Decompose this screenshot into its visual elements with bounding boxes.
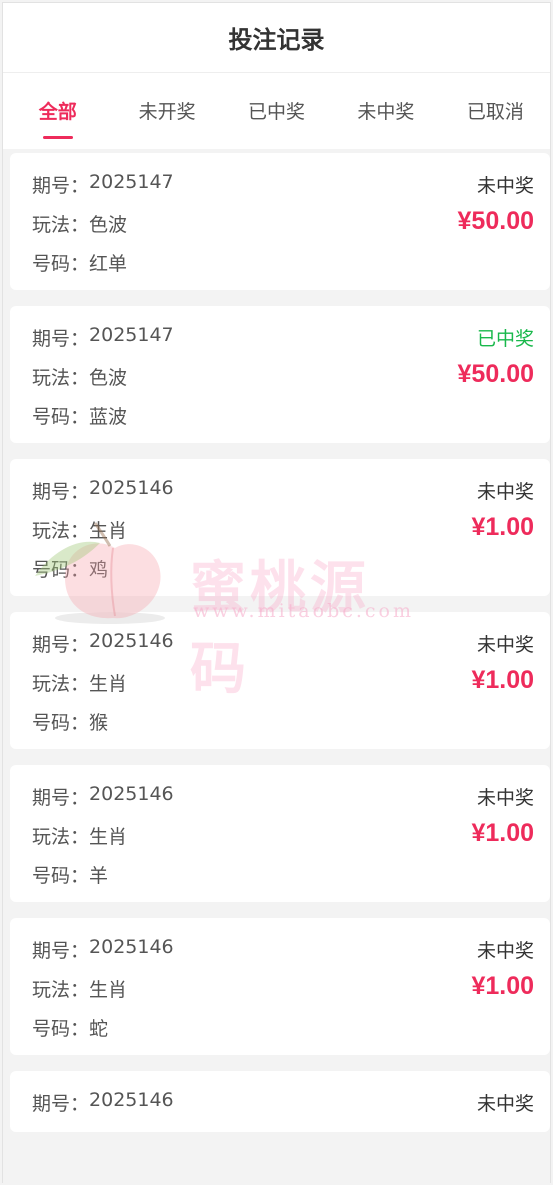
bet-record-card[interactable]: 期号： 2025146 玩法： 生肖 号码： 蛇 未中奖 ¥1.00 [10,918,550,1055]
issue-value: 2025147 [89,171,174,193]
number-label: 号码： [32,712,90,734]
number-value: 蛇 [89,1018,109,1040]
tab-label: 已取消 [466,100,524,123]
bet-record-card[interactable]: 期号： 2025147 玩法： 色波 号码： 红单 未中奖 ¥50.00 [10,153,550,290]
number-row: 号码： 猴 [32,708,534,747]
issue-label: 期号： [32,940,90,962]
issue-value: 2025146 [89,630,174,652]
status-badge: 未中奖 [476,787,534,809]
issue-row: 期号： 2025146 [32,783,534,822]
number-row: 号码： 羊 [32,861,534,900]
play-label: 玩法： [32,520,90,542]
tab-pending[interactable]: 未开奖 [112,73,221,149]
active-tab-indicator [42,136,73,139]
issue-row: 期号： 2025146 [32,630,534,669]
issue-row: 期号： 2025146 [32,477,534,516]
bet-amount: ¥1.00 [471,972,534,1000]
number-label: 号码： [32,1018,90,1040]
issue-row: 期号： 2025146 [32,936,534,975]
play-label: 玩法： [32,826,90,848]
number-value: 猴 [89,712,109,734]
status-badge: 未中奖 [476,175,534,197]
page-header: 投注记录 [3,3,550,73]
issue-value: 2025146 [89,1089,174,1111]
play-value: 生肖 [89,826,128,848]
bet-record-card[interactable]: 期号： 2025146 玩法： 生肖 号码： 羊 未中奖 ¥1.00 [10,765,550,902]
status-badge: 已中奖 [476,328,534,350]
issue-label: 期号： [32,787,90,809]
bet-amount: ¥1.00 [471,666,534,694]
play-label: 玩法： [32,214,90,236]
issue-label: 期号： [32,1093,90,1115]
status-badge: 未中奖 [476,481,534,503]
play-value: 生肖 [89,520,128,542]
issue-value: 2025146 [89,936,174,958]
number-value: 羊 [89,865,109,887]
tab-won[interactable]: 已中奖 [222,73,331,149]
play-value: 色波 [89,214,128,236]
issue-row: 期号： 2025146 [32,1089,534,1128]
play-value: 色波 [89,367,128,389]
issue-row: 期号： 2025147 [32,324,534,363]
issue-label: 期号： [32,481,90,503]
play-value: 生肖 [89,673,128,695]
tab-label: 未开奖 [138,100,196,123]
bet-record-card[interactable]: 期号： 2025146 玩法： 生肖 号码： 猴 未中奖 ¥1.00 [10,612,550,749]
bet-amount: ¥50.00 [457,207,534,235]
play-value: 生肖 [89,979,128,1001]
issue-label: 期号： [32,175,90,197]
tab-label: 已中奖 [248,100,306,123]
app-frame: 投注记录 全部 未开奖 已中奖 未中奖 已取消 期号： 2025147 玩法： [2,2,551,1183]
play-row: 玩法： 生肖 [32,975,534,1014]
bet-amount: ¥50.00 [457,360,534,388]
number-label: 号码： [32,406,90,428]
tab-lost[interactable]: 未中奖 [331,73,440,149]
issue-value: 2025146 [89,477,174,499]
status-badge: 未中奖 [476,1093,534,1115]
page-title: 投注记录 [228,26,325,54]
number-value: 蓝波 [89,406,128,428]
issue-value: 2025146 [89,783,174,805]
play-label: 玩法： [32,673,90,695]
play-row: 玩法： 生肖 [32,822,534,861]
tab-bar: 全部 未开奖 已中奖 未中奖 已取消 [3,73,550,149]
play-label: 玩法： [32,979,90,1001]
status-badge: 未中奖 [476,940,534,962]
status-badge: 未中奖 [476,634,534,656]
number-label: 号码： [32,253,90,275]
number-row: 号码： 蛇 [32,1014,534,1053]
tab-all[interactable]: 全部 [3,73,112,149]
bet-record-card[interactable]: 期号： 2025146 玩法： 生肖 号码： 鸡 未中奖 ¥1.00 [10,459,550,596]
play-label: 玩法： [32,367,90,389]
play-row: 玩法： 生肖 [32,669,534,708]
tab-label: 未中奖 [357,100,415,123]
bet-record-card[interactable]: 期号： 2025146 未中奖 [10,1071,550,1132]
tab-cancelled[interactable]: 已取消 [441,73,550,149]
bet-amount: ¥1.00 [471,513,534,541]
issue-row: 期号： 2025147 [32,171,534,210]
tab-label: 全部 [38,100,77,123]
bet-record-list: 期号： 2025147 玩法： 色波 号码： 红单 未中奖 ¥50.00 期号：… [3,149,550,1132]
issue-label: 期号： [32,328,90,350]
bet-record-card[interactable]: 期号： 2025147 玩法： 色波 号码： 蓝波 已中奖 ¥50.00 [10,306,550,443]
number-label: 号码： [32,865,90,887]
bet-amount: ¥1.00 [471,819,534,847]
issue-value: 2025147 [89,324,174,346]
number-row: 号码： 红单 [32,249,534,288]
issue-label: 期号： [32,634,90,656]
play-row: 玩法： 生肖 [32,516,534,555]
number-value: 红单 [89,253,128,275]
number-label: 号码： [32,559,90,581]
number-value: 鸡 [89,559,109,581]
number-row: 号码： 鸡 [32,555,534,594]
number-row: 号码： 蓝波 [32,402,534,441]
